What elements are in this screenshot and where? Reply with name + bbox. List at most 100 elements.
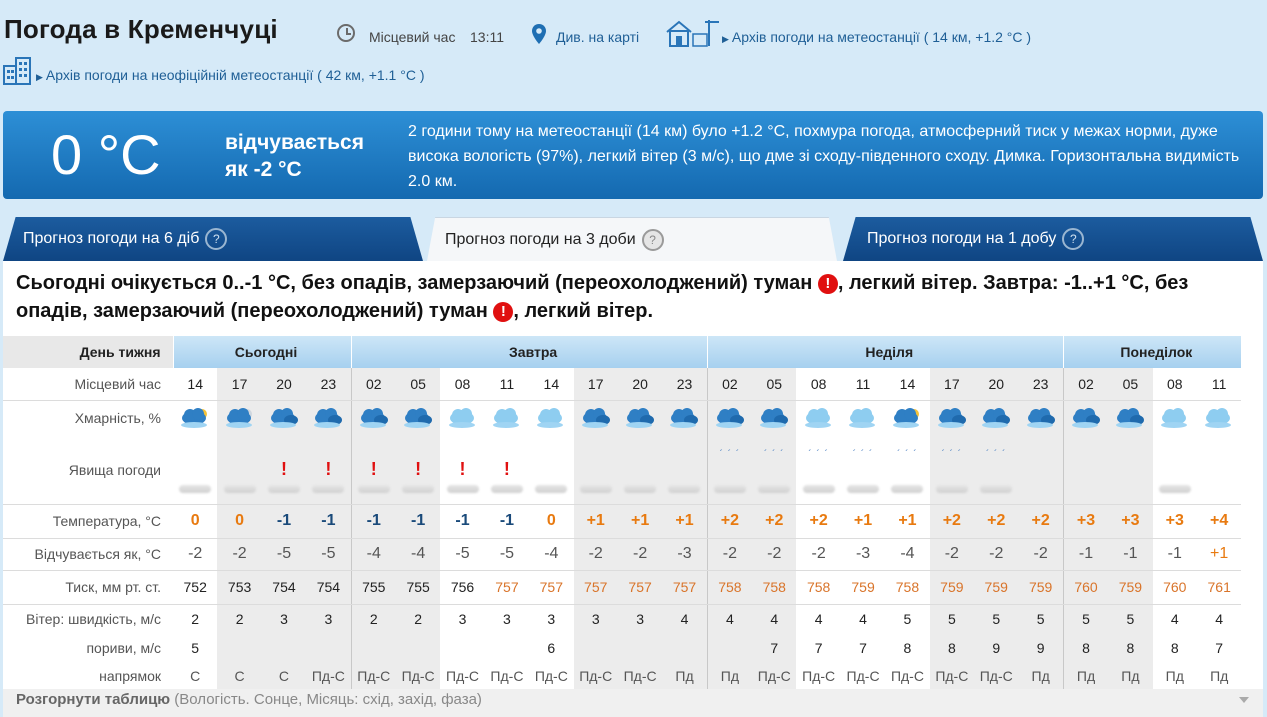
expand-table-link[interactable]: Розгорнути таблицю (Вологість. Сонце, Мі… (3, 689, 1263, 717)
wind-speed-value: 2 (217, 604, 262, 634)
help-icon[interactable]: ? (1062, 227, 1085, 250)
wind-direction-value: Пд-С (351, 662, 396, 690)
local-time-value: 13:11 (470, 29, 504, 45)
pressure-value: 757 (672, 579, 697, 595)
temperature-value: -1 (366, 512, 381, 529)
wind-gust-value: 9 (974, 634, 1019, 662)
wind-gust-value (351, 634, 396, 662)
drizzle-icon: ´ ´ ´ (764, 448, 785, 460)
header: Погода в Кременчуці Місцевий час 13:11 Д… (0, 0, 1267, 110)
cloud-icon (448, 405, 478, 428)
wind-speed-value: 5 (1108, 604, 1153, 634)
feels-like-value: -1 (1123, 545, 1138, 562)
help-icon[interactable]: ? (205, 227, 228, 250)
time-cell: 05 (752, 368, 797, 401)
temperature-value: +2 (987, 512, 1006, 529)
cloud-icon (492, 405, 522, 428)
wind-gust-value (395, 634, 441, 662)
wind-speed-value: 2 (351, 604, 396, 634)
pressure-value: 752 (183, 579, 207, 595)
expand-detail: (Вологість. Сонце, Місяць: схід, захід, … (174, 691, 482, 708)
day-header: Понеділок (1063, 336, 1242, 368)
time-cell: 08 (440, 368, 485, 401)
tab-3-days[interactable]: Прогноз погоди на 3 доби? (427, 217, 837, 261)
pressure-value: 759 (851, 579, 875, 595)
row-label-day: День тижня (3, 336, 174, 368)
wind-speed-value: 4 (662, 604, 708, 634)
help-icon[interactable]: ? (641, 228, 664, 251)
pressure-value: 759 (1028, 579, 1053, 595)
pressure-value: 759 (940, 579, 964, 595)
map-pin-icon (532, 24, 546, 44)
temperature-value: +2 (1031, 512, 1050, 529)
wind-speed-value: 3 (573, 604, 618, 634)
cloud-icon (892, 405, 922, 428)
triangle-right-icon: ▶ (722, 34, 729, 44)
wind-gust-value: 9 (1018, 634, 1064, 662)
wind-gust-value: 8 (1108, 634, 1153, 662)
fog-icon (891, 484, 924, 493)
forecast-table: День тижня Сьогодні Завтра Неділя Понеділок М… (3, 336, 1242, 690)
time-cell: 05 (1108, 368, 1153, 401)
fog-icon (758, 484, 791, 493)
time-cell: 14 (885, 368, 930, 401)
wind-gust-value (261, 634, 307, 662)
wind-direction-value: Пд-С (395, 662, 441, 690)
feels-like-value: -2 (944, 545, 959, 562)
time-cell: 23 (306, 368, 352, 401)
cloud-icon (625, 405, 655, 428)
pressure-value: 758 (895, 579, 920, 595)
wind-gust-value (485, 634, 529, 662)
tab-3-days-label: Прогноз погоди на 3 доби (445, 231, 636, 248)
warning-icon: ! (415, 458, 422, 479)
tab-6-days[interactable]: Прогноз погоди на 6 діб? (3, 217, 423, 261)
cloud-icon (1204, 405, 1234, 428)
pressure-value: 758 (806, 579, 831, 595)
fog-icon (446, 484, 479, 493)
wind-direction-value: Пд-С (446, 668, 480, 684)
map-link[interactable]: Див. на карті (556, 29, 639, 45)
tab-6-days-label: Прогноз погоди на 6 діб (23, 230, 200, 247)
wind-direction-value: Пд (1210, 668, 1229, 684)
drizzle-icon: ´ ´ ´ (985, 448, 1007, 460)
pressure-value: 759 (1118, 579, 1143, 595)
page-title: Погода в Кременчуці (4, 14, 278, 44)
cloud-icon (1160, 405, 1190, 428)
wind-gust-value (440, 634, 484, 662)
summary-text-3: , легкий вітер. (513, 300, 654, 322)
fog-icon (1158, 484, 1191, 493)
wind-gust-value: 8 (1063, 634, 1109, 662)
wind-direction-value: С (217, 662, 262, 690)
wind-gust-value (217, 634, 262, 662)
pressure-value: 761 (1207, 579, 1231, 595)
time-cell: 11 (484, 368, 530, 401)
wind-direction-value: Пд (1108, 662, 1153, 690)
wind-direction-value: Пд-С (802, 668, 836, 684)
temperature-value: 0 (235, 512, 245, 529)
cloud-icon (981, 405, 1011, 428)
row-label-wind: Вітер: швидкість, м/с (26, 611, 161, 628)
wind-gust-value: 6 (547, 640, 556, 656)
time-cell: 11 (840, 368, 886, 401)
warning-icon: ! (459, 458, 466, 479)
temperature-value: -1 (455, 512, 470, 529)
archive-unofficial-link[interactable]: ▶ Архів погоди на неофіційній метеостанці… (36, 67, 425, 83)
time-cell: 02 (707, 368, 753, 401)
row-label-pres: Тиск, мм рт. ст. (3, 570, 173, 605)
feels-like-value: -2 (722, 545, 737, 562)
wind-gust-value (662, 634, 708, 662)
cloud-icon (180, 405, 210, 428)
wind-gust-value (617, 634, 663, 662)
archive-official-text: Архів погоди на метеостанції (731, 29, 920, 45)
archive-official-link[interactable]: ▶ Архів погоди на метеостанції ( 14 км, +… (722, 29, 1031, 45)
temperature-value: 0 (190, 512, 200, 529)
wind-direction-value: Пд-С (534, 668, 568, 684)
temperature-value: +1 (853, 512, 873, 529)
tab-1-day[interactable]: Прогноз погоди на 1 добу? (843, 217, 1263, 261)
pressure-value: 757 (539, 579, 563, 595)
clock-icon (337, 24, 355, 42)
pressure-value: 754 (316, 579, 341, 595)
wind-gust-value: 8 (1170, 640, 1179, 656)
row-label-time: Місцевий час (3, 368, 173, 401)
wind-direction-value: Пд-С (890, 668, 924, 684)
